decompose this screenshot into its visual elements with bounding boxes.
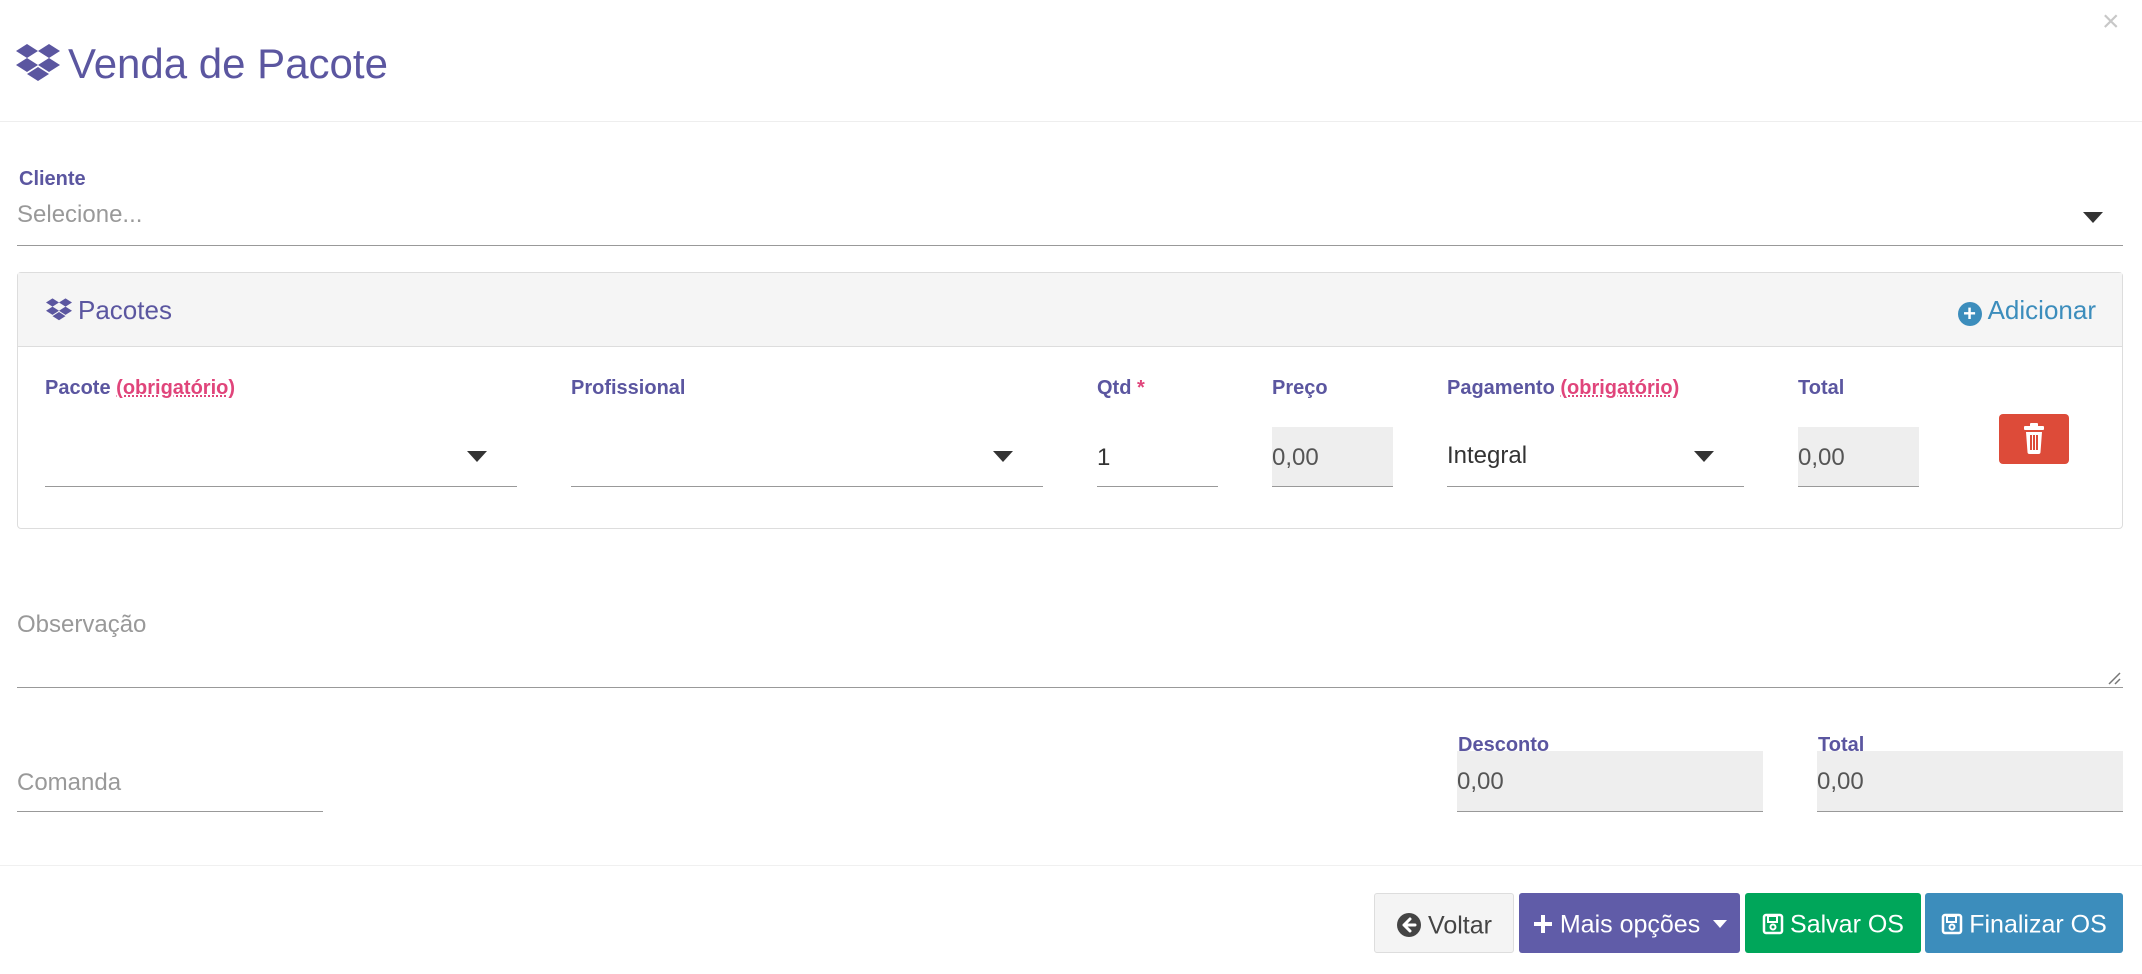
qtd-required-mark: *	[1137, 377, 1145, 399]
total-item-value: 0,00	[1798, 444, 1845, 471]
voltar-label: Voltar	[1428, 911, 1492, 940]
pacotes-panel-title: Pacotes	[78, 295, 172, 325]
pagamento-label-text: Pagamento	[1447, 377, 1555, 399]
resize-handle-icon[interactable]	[2107, 671, 2121, 685]
plus-circle-icon: +	[1957, 302, 1982, 326]
caret-down-icon	[1713, 920, 1728, 929]
total-item-input[interactable]: 0,00	[1798, 427, 1919, 487]
pacote-required-note: (obrigatório)	[116, 377, 236, 399]
qtd-value: 1	[1097, 444, 1111, 471]
observacao-textarea[interactable]: Observação	[17, 604, 2123, 688]
dropbox-icon	[16, 44, 60, 81]
total-geral-input[interactable]: 0,00	[1817, 751, 2123, 812]
salvar-os-button[interactable]: Salvar OS	[1745, 893, 1921, 953]
salvar-os-label: Salvar OS	[1790, 910, 1904, 939]
pagamento-label: Pagamento (obrigatório)	[1447, 376, 1679, 400]
finalizar-os-label: Finalizar OS	[1969, 910, 2107, 939]
comanda-input[interactable]: Comanda	[17, 760, 323, 812]
profissional-label: Profissional	[571, 377, 686, 399]
profissional-select[interactable]	[571, 427, 1043, 487]
modal-title: Venda de Pacote	[68, 40, 388, 87]
add-pacote-button[interactable]: + Adicionar	[1957, 295, 2096, 326]
pacote-select[interactable]	[45, 427, 517, 487]
desconto-input[interactable]: 0,00	[1457, 751, 1763, 812]
pacotes-panel-header: Pacotes + Adicionar	[18, 273, 2122, 347]
preco-value: 0,00	[1272, 444, 1319, 471]
trash-icon	[2024, 423, 2044, 454]
qtd-label: Qtd *	[1097, 376, 1145, 400]
floppy-disk-icon	[1941, 914, 1963, 935]
comanda-placeholder: Comanda	[17, 769, 122, 796]
observacao-placeholder: Observação	[17, 611, 147, 638]
total-item-label: Total	[1798, 377, 1845, 399]
pagamento-select[interactable]: Integral	[1447, 427, 1744, 487]
plus-icon	[1533, 915, 1552, 934]
modal-header: Venda de Pacote ×	[0, 0, 2142, 122]
chevron-down-icon	[467, 451, 487, 462]
total-geral-value: 0,00	[1817, 768, 1864, 795]
pacotes-panel: Pacotes + Adicionar	[17, 272, 2123, 529]
cliente-placeholder: Selecione...	[17, 201, 143, 228]
desconto-value: 0,00	[1457, 768, 1504, 795]
cliente-select[interactable]: Selecione...	[17, 196, 2123, 246]
close-button[interactable]: ×	[2102, 4, 2120, 40]
add-pacote-label: Adicionar	[1987, 295, 2096, 325]
dropbox-icon	[46, 298, 72, 321]
mais-opcoes-button[interactable]: Mais opções	[1519, 893, 1740, 953]
pacote-label: Pacote (obrigatório)	[45, 376, 235, 400]
preco-label: Preço	[1272, 377, 1328, 399]
qtd-input[interactable]: 1	[1097, 427, 1218, 487]
mais-opcoes-label: Mais opções	[1559, 910, 1701, 939]
delete-pacote-button[interactable]	[1999, 414, 2069, 464]
arrow-circle-left-icon	[1397, 913, 1422, 938]
floppy-disk-icon	[1762, 914, 1784, 935]
qtd-label-text: Qtd	[1097, 377, 1132, 399]
preco-input[interactable]: 0,00	[1272, 427, 1393, 487]
pacote-label-text: Pacote	[45, 377, 111, 399]
cliente-label: Cliente	[19, 168, 86, 190]
chevron-down-icon	[1694, 451, 1714, 462]
voltar-button[interactable]: Voltar	[1374, 893, 1514, 953]
chevron-down-icon	[2083, 212, 2103, 223]
pagamento-required-note: (obrigatório)	[1560, 377, 1680, 399]
finalizar-os-button[interactable]: Finalizar OS	[1925, 893, 2123, 953]
pagamento-value: Integral	[1447, 442, 1528, 469]
chevron-down-icon	[993, 451, 1013, 462]
